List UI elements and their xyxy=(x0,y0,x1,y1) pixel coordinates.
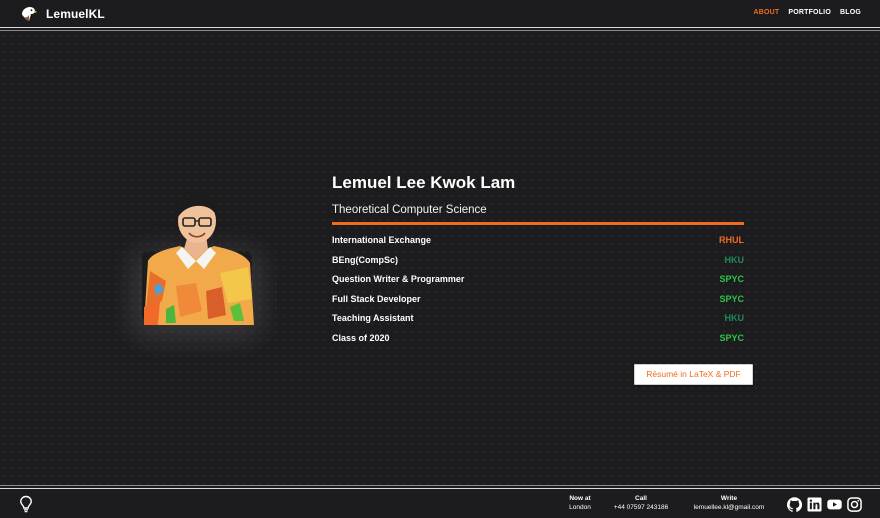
role-org: SPYC xyxy=(719,293,744,304)
list-item: BEng(CompSc) HKU xyxy=(332,254,744,274)
profile-name: Lemuel Lee Kwok Lam xyxy=(332,173,516,192)
nav-links: ABOUT PORTFOLIO BLOG xyxy=(753,9,861,16)
contact-location: Now at London xyxy=(560,494,600,513)
phone-link[interactable]: +44 07597 243186 xyxy=(606,503,676,513)
linkedin-link[interactable] xyxy=(807,497,822,512)
instagram-link[interactable] xyxy=(847,497,862,512)
role-org: SPYC xyxy=(719,274,744,285)
youtube-link[interactable] xyxy=(827,497,842,512)
linkedin-icon xyxy=(807,497,822,512)
role-title: International Exchange xyxy=(332,235,432,245)
nav-about[interactable]: ABOUT xyxy=(753,9,779,16)
github-link[interactable] xyxy=(787,497,802,512)
nav-portfolio[interactable]: PORTFOLIO xyxy=(788,9,831,16)
list-item: Full Stack Developer SPYC xyxy=(332,293,744,313)
role-org: HKU xyxy=(724,313,745,324)
navbar: LemuelKL ABOUT PORTFOLIO BLOG xyxy=(0,0,880,28)
role-title: Question Writer & Programmer xyxy=(332,274,465,285)
role-title: Class of 2020 xyxy=(332,332,390,343)
lightbulb-icon[interactable] xyxy=(19,495,33,513)
contact-email: Write lemuellee.kl@gmail.com xyxy=(684,494,774,513)
role-title: Teaching Assistant xyxy=(332,313,414,324)
nav-blog[interactable]: BLOG xyxy=(840,9,861,16)
role-org: SPYC xyxy=(719,332,744,343)
list-item: Teaching Assistant HKU xyxy=(332,312,744,332)
profile-section: Lemuel Lee Kwok Lam Theoretical Computer… xyxy=(332,173,744,352)
brand-name: LemuelKL xyxy=(46,7,105,21)
roles-list: International Exchange RHUL BEng(CompSc)… xyxy=(332,234,744,352)
profile-photo-image xyxy=(144,193,254,325)
resume-button[interactable]: Résumé in LaTeX & PDF xyxy=(634,364,753,385)
profile-field: Theoretical Computer Science xyxy=(332,204,487,216)
profile-photo xyxy=(136,191,258,325)
contact-label: Call xyxy=(635,495,647,502)
role-org: HKU xyxy=(724,254,745,265)
footer: Now at London Call +44 07597 243186 Writ… xyxy=(0,488,880,518)
contact-value: London xyxy=(569,504,591,511)
youtube-icon xyxy=(827,499,842,510)
role-org: RHUL xyxy=(719,235,744,245)
github-icon xyxy=(787,497,802,512)
list-item: International Exchange RHUL xyxy=(332,234,744,254)
brand-link[interactable]: LemuelKL xyxy=(20,5,105,23)
contact-label: Now at xyxy=(569,495,591,502)
instagram-icon xyxy=(847,497,862,512)
social-links xyxy=(787,497,862,512)
profile-divider xyxy=(332,222,744,225)
eagle-icon xyxy=(22,7,37,21)
email-link[interactable]: lemuellee.kl@gmail.com xyxy=(684,503,774,513)
list-item: Class of 2020 SPYC xyxy=(332,332,744,352)
contact-phone: Call +44 07597 243186 xyxy=(606,494,676,513)
role-title: Full Stack Developer xyxy=(332,293,421,304)
contact-label: Write xyxy=(720,495,738,502)
list-item: Question Writer & Programmer SPYC xyxy=(332,273,744,293)
role-title: BEng(CompSc) xyxy=(332,254,398,265)
